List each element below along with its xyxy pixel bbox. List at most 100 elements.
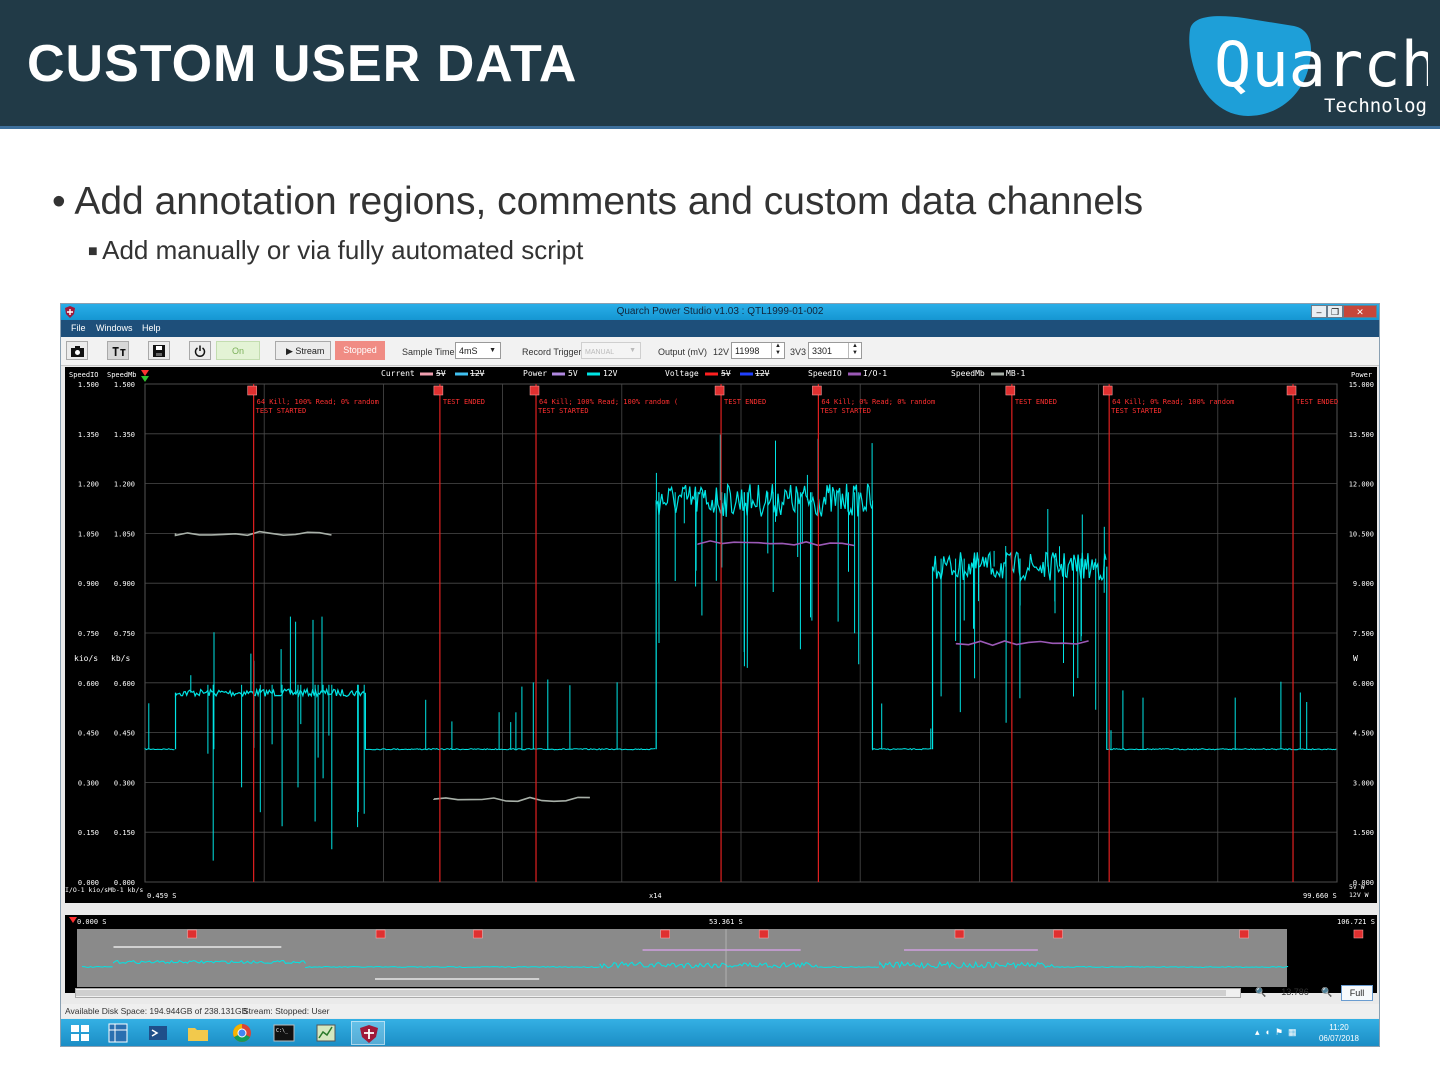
maximize-button[interactable]: ❐	[1327, 305, 1343, 318]
zoom-out-button[interactable]: 🔍	[1253, 985, 1269, 1001]
menu-help[interactable]: Help	[142, 323, 161, 333]
left-axis-2-tick: 0.900	[114, 580, 135, 588]
legend-power-5v: 5V	[568, 369, 578, 378]
sample-time-value: 4mS	[459, 346, 478, 356]
tray-up-arrow-icon[interactable]: ▴	[1255, 1027, 1265, 1037]
annotation-flag-icon[interactable]	[1102, 385, 1113, 396]
annotation-label[interactable]: 64 Kill; 100% Read; 100% random (	[539, 398, 678, 406]
zoom-value[interactable]: 13.786	[1273, 985, 1317, 1001]
spinner-icon[interactable]: ▲ ▼	[848, 343, 861, 358]
overview-flag-icon[interactable]	[1053, 929, 1063, 939]
annotation-flag-icon[interactable]	[1005, 385, 1016, 396]
x-axis-zoom: x14	[649, 892, 662, 900]
zoom-full-button[interactable]: Full	[1341, 985, 1373, 1001]
taskbar-file-explorer[interactable]	[181, 1021, 215, 1045]
annotation-sublabel[interactable]: TEST STARTED	[538, 407, 589, 415]
screenshot-button[interactable]	[66, 341, 88, 360]
right-axis-caption-1: 5V W	[1349, 883, 1365, 891]
network-icon[interactable]: ▦	[1288, 1027, 1302, 1037]
menu-bar: File Windows Help	[61, 320, 1379, 337]
close-button[interactable]: ✕	[1343, 305, 1377, 318]
overview-flag-icon[interactable]	[1353, 929, 1364, 939]
annotation-flag-icon[interactable]	[1286, 385, 1297, 396]
annotation-label[interactable]: TEST ENDED	[1015, 398, 1057, 406]
main-chart[interactable]: Current 5V 12V Power 5V 12V Voltage 5V 1…	[65, 367, 1377, 903]
bullet-sub: ■ Add manually or via fully automated sc…	[88, 235, 583, 266]
annotation-sublabel[interactable]: TEST STARTED	[256, 407, 307, 415]
annotation-label[interactable]: TEST ENDED	[1296, 398, 1338, 406]
start-button[interactable]	[63, 1021, 97, 1045]
left-axis-2-tick: 1.200	[114, 481, 135, 489]
v33-input[interactable]: 3301 ▲ ▼	[808, 342, 862, 359]
power-on-indicator[interactable]: On	[216, 341, 260, 360]
annotation-label[interactable]: 64 Kill; 0% Read; 100% random	[1112, 398, 1234, 406]
save-button[interactable]	[148, 341, 170, 360]
taskbar-explorer-grid[interactable]	[101, 1021, 135, 1045]
overview-flag-icon[interactable]	[660, 929, 670, 939]
annotation-label[interactable]: TEST ENDED	[724, 398, 766, 406]
left-axis-1-tick: 0.600	[78, 680, 99, 688]
overview-flag-icon[interactable]	[375, 929, 386, 939]
menu-windows[interactable]: Windows	[96, 323, 133, 333]
legend-current-12v: 12V	[470, 369, 485, 378]
overview-flag-icon[interactable]	[1239, 929, 1249, 939]
annotation-sublabel[interactable]: TEST STARTED	[1111, 407, 1162, 415]
stopped-button[interactable]: Stopped	[335, 341, 385, 360]
annotation-label[interactable]: TEST ENDED	[443, 398, 485, 406]
sample-time-select[interactable]: 4mS ▼	[455, 342, 501, 359]
left-axis-2-tick: 0.300	[114, 779, 135, 787]
zoom-in-button[interactable]: 🔍	[1319, 985, 1335, 1001]
annotation-flag-icon[interactable]	[812, 385, 822, 396]
right-axis-tick: 15.000	[1349, 381, 1374, 389]
overview-strip[interactable]: 0.000 S 53.361 S 106.721 S	[65, 908, 1377, 1000]
disk-space: Available Disk Space: 194.944GB of 238.1…	[65, 1006, 248, 1016]
window-titlebar[interactable]: Quarch Power Studio v1.03 : QTL1999-01-0…	[61, 304, 1379, 320]
overview-flag-icon[interactable]	[187, 929, 197, 939]
legend-speedio-label: SpeedIO	[808, 369, 842, 378]
annotation-label[interactable]: 64 Kill; 100% Read; 0% random	[257, 398, 379, 406]
v12-input[interactable]: 11998 ▲ ▼	[731, 342, 785, 359]
text-annotation-button[interactable]: Tт	[107, 341, 129, 360]
taskbar-powershell[interactable]	[141, 1021, 175, 1045]
app-shield-icon	[360, 1025, 378, 1043]
spinner-icon[interactable]: ▲ ▼	[771, 343, 784, 358]
toolbar: Tт On ▶ Stream Stopped Sample Time: 4mS ▼…	[61, 337, 1379, 366]
taskbar-command-prompt[interactable]: C:\_	[267, 1021, 301, 1045]
taskbar-clock[interactable]: 11:20 06/07/2018	[1319, 1022, 1359, 1044]
left-axis-1-tick: 1.200	[78, 481, 99, 489]
annotation-flag-icon[interactable]	[247, 385, 257, 396]
legend-current-5v: 5V	[436, 369, 446, 378]
power-button[interactable]	[189, 341, 211, 360]
overview-flag-icon[interactable]	[954, 929, 965, 939]
left-axis-caption: I/O-1 kio/sMb-1 kb/s	[65, 886, 143, 894]
taskbar-power-studio[interactable]	[351, 1021, 385, 1045]
scrollbar-thumb[interactable]	[76, 990, 1226, 996]
overview-flag-icon[interactable]	[758, 929, 769, 939]
overview-selection[interactable]	[77, 929, 1287, 987]
play-icon: ▶	[286, 346, 296, 356]
right-axis-unit: W	[1353, 654, 1358, 663]
stream-button[interactable]: ▶ Stream	[275, 341, 331, 360]
system-tray[interactable]: ▴◖⚑▦	[1255, 1027, 1302, 1038]
minimize-button[interactable]: –	[1311, 305, 1327, 318]
overview-scrollbar[interactable]	[75, 988, 1241, 998]
overview-flag-icon[interactable]	[473, 929, 483, 939]
terminal-icon: C:\_	[273, 1024, 295, 1042]
output-label: Output (mV)	[658, 347, 708, 357]
left-axis-1-tick: 0.750	[78, 630, 99, 638]
record-trigger-select[interactable]: MANUAL ▼	[581, 342, 641, 359]
bullet-sub-text: Add manually or via fully automated scri…	[102, 235, 584, 265]
v33-label: 3V3	[790, 347, 807, 357]
left-axis-2-tick: 1.350	[114, 431, 135, 439]
left-axis-1-tick: 0.900	[78, 580, 99, 588]
annotation-flag-icon[interactable]	[433, 385, 444, 396]
taskbar-chrome[interactable]	[225, 1021, 259, 1045]
menu-file[interactable]: File	[71, 323, 86, 333]
annotation-flag-icon[interactable]	[529, 385, 540, 396]
annotation-label[interactable]: 64 Kill; 0% Read; 0% random	[821, 398, 935, 406]
annotation-flag-icon[interactable]	[714, 385, 725, 396]
annotation-sublabel[interactable]: TEST STARTED	[820, 407, 871, 415]
volume-icon[interactable]: ◖	[1265, 1027, 1275, 1037]
taskbar-task-manager[interactable]	[309, 1021, 343, 1045]
flag-icon[interactable]: ⚑	[1275, 1027, 1288, 1037]
